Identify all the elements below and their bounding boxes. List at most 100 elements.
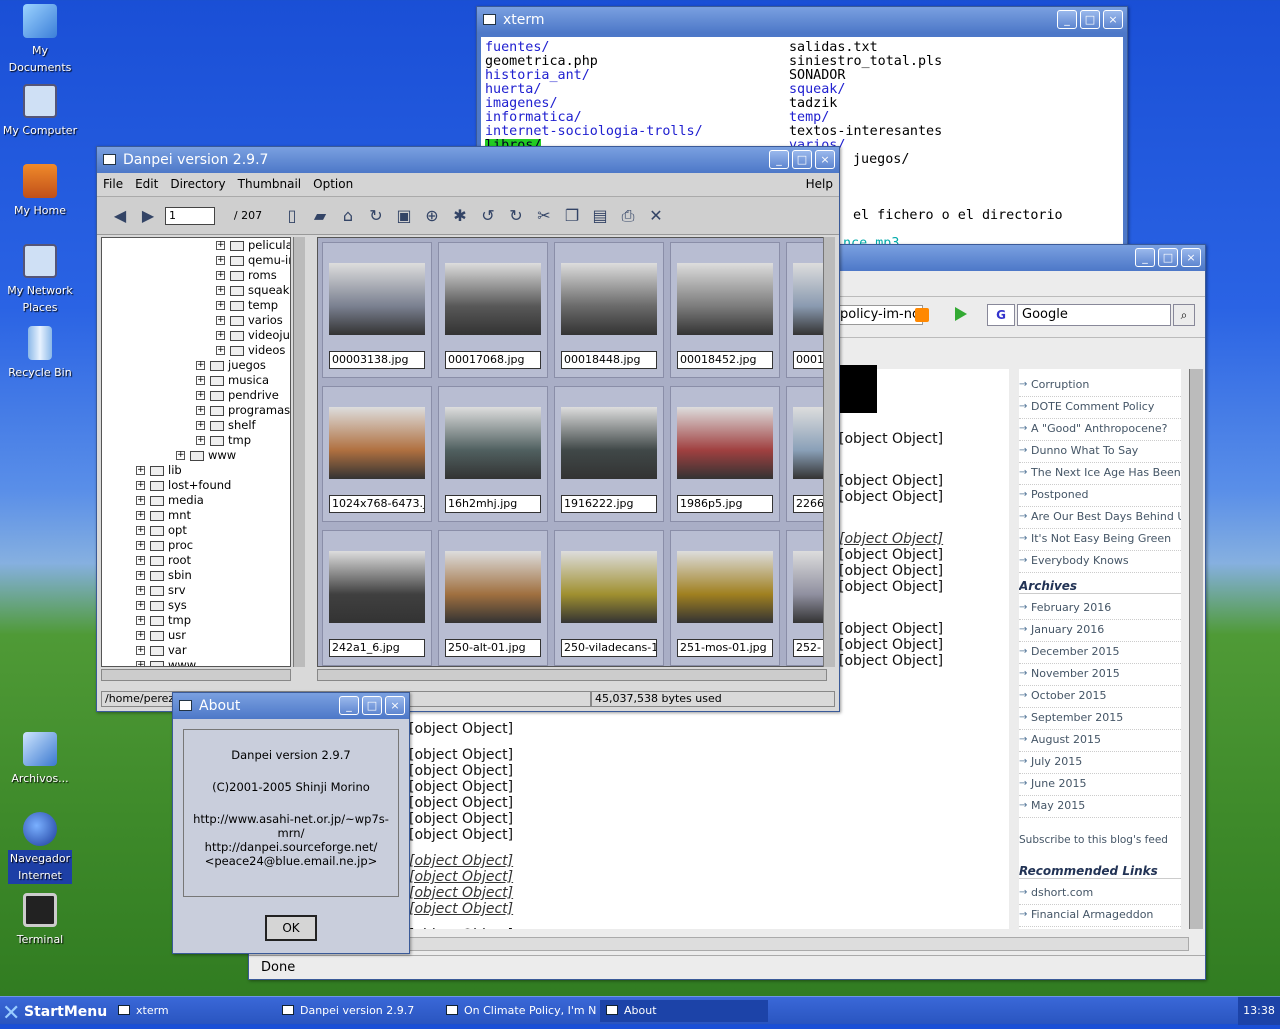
sidebar-link[interactable]: February 2016 xyxy=(1019,598,1181,620)
close-button[interactable]: × xyxy=(1103,10,1123,29)
sidebar-link[interactable]: Everybody Knows xyxy=(1019,551,1181,573)
thumbnail-filename[interactable]: 242a1_6.jpg xyxy=(329,639,425,657)
sidebar-link[interactable]: December 2015 xyxy=(1019,642,1181,664)
expand-icon[interactable]: + xyxy=(216,286,225,295)
thumbnail-item[interactable]: 251-mos-01.jpg xyxy=(670,530,780,666)
article-line[interactable]: [object Object] xyxy=(409,901,513,917)
article-line[interactable]: [object Object] xyxy=(409,885,513,901)
expand-icon[interactable]: + xyxy=(136,646,145,655)
desktop-icon-recycle-bin[interactable]: Recycle Bin xyxy=(0,326,80,381)
paste-icon[interactable]: ▤ xyxy=(589,205,611,227)
tree-vertical-scrollbar[interactable] xyxy=(293,237,305,667)
tree-node[interactable]: + mnt xyxy=(102,508,290,523)
desktop-icon-my-home[interactable]: My Home xyxy=(0,164,80,219)
sidebar-link[interactable]: The Next Ice Age Has Been xyxy=(1019,463,1181,485)
close-button[interactable]: × xyxy=(815,150,835,169)
thumbnail-grid[interactable]: 00003138.jpg 00017068.jpg 00018448.jpg 0001… xyxy=(317,237,827,667)
expand-icon[interactable]: + xyxy=(196,376,205,385)
start-menu-button[interactable]: ✕ StartMenu xyxy=(0,997,107,1026)
sidebar-link[interactable]: July 2015 xyxy=(1019,752,1181,774)
tree-node[interactable]: + videos xyxy=(102,343,290,358)
article-line[interactable]: [object Object] xyxy=(409,869,513,885)
thumbnail-item[interactable]: 1986p5.jpg xyxy=(670,386,780,522)
article-line[interactable]: [object Object] xyxy=(839,531,943,547)
thumbnail-filename[interactable]: 250-alt-01.jpg xyxy=(445,639,541,657)
tree-node[interactable]: + opt xyxy=(102,523,290,538)
sidebar-link[interactable]: Postponed xyxy=(1019,485,1181,507)
desktop-icon-my-documents[interactable]: My Documents xyxy=(0,4,80,76)
subscribe-link[interactable]: Subscribe to this blog's feed xyxy=(1019,834,1181,846)
task-danpei[interactable]: Danpei version 2.9.7 xyxy=(276,1000,436,1022)
expand-icon[interactable]: + xyxy=(196,361,205,370)
tree-node[interactable]: + videojuegos xyxy=(102,328,290,343)
expand-icon[interactable]: + xyxy=(216,316,225,325)
thumbnail-item[interactable]: 00003138.jpg xyxy=(322,242,432,378)
tree-node[interactable]: + usr xyxy=(102,628,290,643)
ok-button[interactable]: OK xyxy=(265,915,317,941)
thumbnail-filename[interactable]: 16h2mhj.jpg xyxy=(445,495,541,513)
task-about[interactable]: About xyxy=(600,1000,768,1022)
desktop-icon-terminal[interactable]: Terminal xyxy=(0,893,80,948)
task-xterm[interactable]: xterm xyxy=(112,1000,288,1022)
sidebar-link[interactable]: September 2015 xyxy=(1019,708,1181,730)
thumbnail-filename[interactable]: 0001 xyxy=(793,351,826,369)
thumbnail-filename[interactable]: 250-viladecans-1 xyxy=(561,639,657,657)
tree-node[interactable]: + qemu-imgs xyxy=(102,253,290,268)
delete-icon[interactable]: ✕ xyxy=(645,205,667,227)
tree-node[interactable]: + temp xyxy=(102,298,290,313)
expand-icon[interactable]: + xyxy=(216,301,225,310)
tree-node[interactable]: + lost+found xyxy=(102,478,290,493)
open-folder-icon[interactable]: ▰ xyxy=(309,205,331,227)
thumbnail-item[interactable]: 252- xyxy=(786,530,826,666)
zoom-icon[interactable]: ⊕ xyxy=(421,205,443,227)
copy-icon[interactable]: ❐ xyxy=(561,205,583,227)
cut-icon[interactable]: ✂ xyxy=(533,205,555,227)
expand-icon[interactable]: + xyxy=(136,496,145,505)
tree-node[interactable]: + programas xyxy=(102,403,290,418)
tree-node[interactable]: + proc xyxy=(102,538,290,553)
tree-node[interactable]: + var xyxy=(102,643,290,658)
sidebar-link[interactable]: January 2016 xyxy=(1019,620,1181,642)
desktop-icon-my-network[interactable]: My Network Places xyxy=(0,244,80,316)
new-file-icon[interactable]: ▯ xyxy=(281,205,303,227)
sidebar-link[interactable]: DOTE Comment Policy xyxy=(1019,397,1181,419)
sidebar-link[interactable]: October 2015 xyxy=(1019,686,1181,708)
tree-node[interactable]: + sbin xyxy=(102,568,290,583)
sidebar-link[interactable]: August 2015 xyxy=(1019,730,1181,752)
sidebar-link[interactable]: Corruption xyxy=(1019,375,1181,397)
tree-node[interactable]: + peliculas xyxy=(102,238,290,253)
article-line[interactable]: [object Object] xyxy=(409,853,513,869)
about-titlebar[interactable]: About _ □ × xyxy=(173,693,409,719)
tree-node[interactable]: + juegos xyxy=(102,358,290,373)
tree-node[interactable]: + www xyxy=(102,658,290,666)
menu-thumbnail[interactable]: Thumbnail xyxy=(232,173,307,196)
thumbnail-item[interactable]: 16h2mhj.jpg xyxy=(438,386,548,522)
search-engine-selector[interactable]: G xyxy=(987,304,1015,326)
tree-node[interactable]: + varios xyxy=(102,313,290,328)
expand-icon[interactable]: + xyxy=(196,391,205,400)
thumbnail-filename[interactable]: 00018448.jpg xyxy=(561,351,657,369)
maximize-button[interactable]: □ xyxy=(1080,10,1100,29)
url-bar[interactable]: policy-im-nc xyxy=(839,305,923,325)
expand-icon[interactable]: + xyxy=(136,556,145,565)
thumbnail-item[interactable]: 00017068.jpg xyxy=(438,242,548,378)
expand-icon[interactable]: + xyxy=(136,511,145,520)
rss-icon[interactable] xyxy=(915,308,929,322)
desktop-icon-archivos[interactable]: Archivos... xyxy=(0,732,80,787)
menu-option[interactable]: Option xyxy=(307,173,359,196)
expand-icon[interactable]: + xyxy=(136,616,145,625)
sidebar-link[interactable]: It's Not Easy Being Green xyxy=(1019,529,1181,551)
expand-icon[interactable]: + xyxy=(136,601,145,610)
expand-icon[interactable]: + xyxy=(136,481,145,490)
slideshow-icon[interactable]: ✱ xyxy=(449,205,471,227)
minimize-button[interactable]: _ xyxy=(339,696,359,715)
thumbnail-item[interactable]: 00018452.jpg xyxy=(670,242,780,378)
thumbnail-filename[interactable]: 1916222.jpg xyxy=(561,495,657,513)
thumb-vertical-scrollbar[interactable] xyxy=(823,237,835,667)
tree-node[interactable]: + srv xyxy=(102,583,290,598)
search-input[interactable]: Google xyxy=(1017,304,1171,326)
tree-node[interactable]: + tmp xyxy=(102,613,290,628)
sidebar-link[interactable]: dshort.com xyxy=(1019,883,1181,905)
close-button[interactable]: × xyxy=(385,696,405,715)
thumbnail-item[interactable]: 1916222.jpg xyxy=(554,386,664,522)
